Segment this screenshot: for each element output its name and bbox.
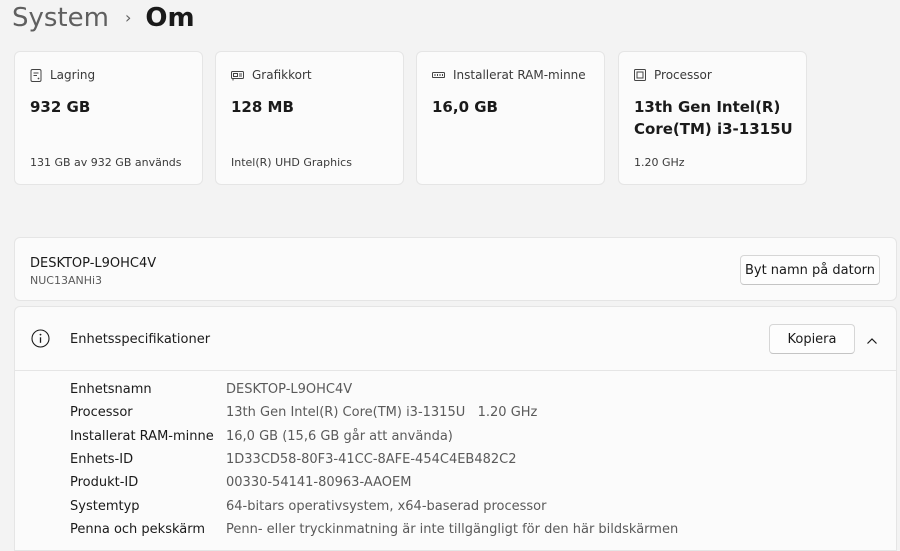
storage-card-sub: 131 GB av 932 GB används — [30, 156, 182, 169]
device-specifications-header[interactable]: Enhetsspecifikationer Kopiera — [15, 307, 896, 371]
spec-value: 13th Gen Intel(R) Core(TM) i3-1315U 1.20… — [226, 405, 538, 420]
device-specifications-title: Enhetsspecifikationer — [70, 332, 211, 347]
processor-card-sub: 1.20 GHz — [634, 156, 685, 169]
spec-label: Processor — [70, 405, 133, 420]
spec-label: Enhets-ID — [70, 452, 134, 467]
storage-card-value: 932 GB — [30, 98, 91, 116]
page-title: Om — [145, 3, 195, 33]
rename-pc-button[interactable]: Byt namn på datorn — [740, 255, 880, 285]
storage-icon — [30, 68, 42, 82]
graphics-card-value: 128 MB — [231, 98, 294, 116]
device-specifications-panel: Enhetsspecifikationer Kopiera Enhetsnamn… — [14, 306, 897, 551]
chevron-up-icon[interactable] — [866, 332, 878, 351]
ram-card-label: Installerat RAM-minne — [453, 68, 586, 82]
graphics-card-header: Grafikkort — [231, 68, 312, 82]
device-model: NUC13ANHi3 — [30, 274, 103, 287]
ram-icon — [432, 71, 445, 80]
breadcrumb: System › Om — [12, 0, 195, 36]
ram-card-header: Installerat RAM-minne — [432, 68, 586, 82]
storage-card-label: Lagring — [50, 68, 96, 82]
processor-icon — [634, 69, 646, 81]
spec-value: 00330-54141-80963-AAOEM — [226, 475, 412, 490]
graphics-card-label: Grafikkort — [252, 68, 312, 82]
device-name: DESKTOP-L9OHC4V — [30, 256, 157, 271]
processor-card-value: 13th Gen Intel(R) Core(TM) i3-1315U — [634, 98, 793, 138]
spec-value: 64-bitars operativsystem, x64-baserad pr… — [226, 499, 547, 514]
breadcrumb-system-link[interactable]: System — [12, 1, 109, 35]
spec-label: Installerat RAM-minne — [70, 429, 214, 444]
graphics-card-icon — [231, 70, 244, 81]
spec-label: Systemtyp — [70, 499, 140, 514]
storage-card-header: Lagring — [30, 68, 95, 82]
graphics-card[interactable]: Grafikkort 128 MB Intel(R) UHD Graphics — [215, 51, 404, 185]
processor-card[interactable]: Processor 13th Gen Intel(R) Core(TM) i3-… — [618, 51, 807, 185]
spec-value: DESKTOP-L9OHC4V — [226, 382, 353, 397]
graphics-card-sub: Intel(R) UHD Graphics — [231, 156, 352, 169]
ram-card[interactable]: Installerat RAM-minne 16,0 GB — [416, 51, 605, 185]
storage-card[interactable]: Lagring 932 GB 131 GB av 932 GB används — [14, 51, 203, 185]
spec-value: Penn- eller tryckinmatning är inte tillg… — [226, 522, 679, 537]
spec-value: 16,0 GB (15,6 GB går att använda) — [226, 429, 453, 444]
spec-label: Enhetsnamn — [70, 382, 152, 397]
device-name-section: DESKTOP-L9OHC4V NUC13ANHi3 Byt namn på d… — [14, 237, 897, 301]
spec-value: 1D33CD58-80F3-41CC-8AFE-454C4EB482C2 — [226, 452, 517, 467]
processor-card-header: Processor — [634, 68, 712, 82]
copy-button[interactable]: Kopiera — [769, 324, 855, 354]
spec-label: Penna och pekskärm — [70, 522, 206, 537]
chevron-right-icon: › — [124, 8, 132, 27]
ram-card-value: 16,0 GB — [432, 98, 498, 116]
spec-label: Produkt-ID — [70, 475, 139, 490]
processor-card-label: Processor — [654, 68, 712, 82]
info-icon — [31, 329, 50, 352]
